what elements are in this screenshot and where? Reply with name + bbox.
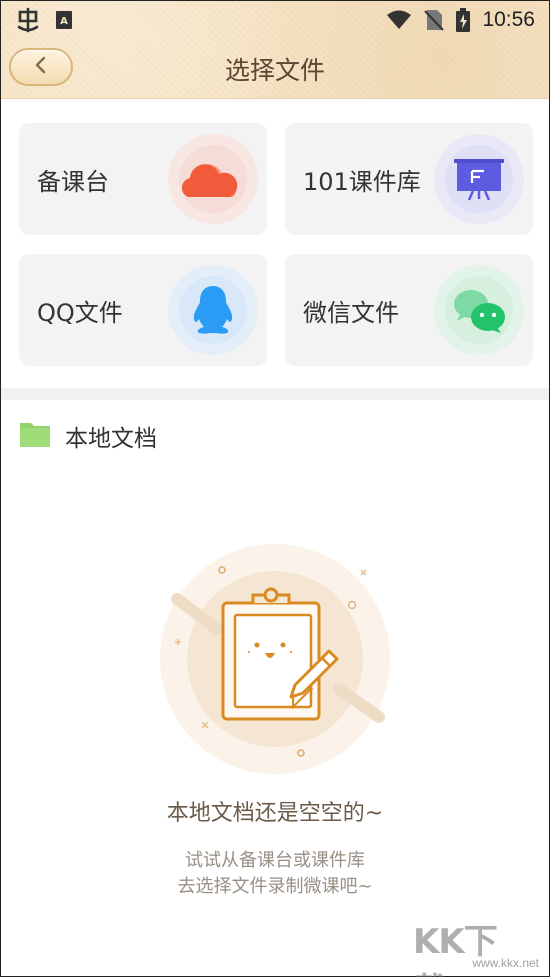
cloud-icon: [167, 133, 259, 225]
wifi-icon: [386, 10, 412, 30]
source-label: 101课件库: [303, 167, 421, 196]
status-time: 10:56: [482, 8, 535, 31]
no-sim-icon: [424, 8, 445, 32]
page-title: 选择文件: [224, 56, 325, 85]
source-card-qq-files[interactable]: QQ文件: [19, 254, 267, 366]
section-divider: [1, 388, 549, 400]
clipboard-pencil-icon: [159, 539, 395, 775]
a-badge-icon: A: [55, 10, 73, 30]
empty-state-subtitle: 试试从备课台或课件库 去选择文件录制微课吧~: [1, 848, 549, 900]
svg-text:A: A: [60, 16, 68, 27]
watermark-url: www.kkx.net: [472, 956, 539, 970]
source-card-beiketai[interactable]: 备课台: [19, 123, 267, 235]
presentation-board-icon: [433, 133, 525, 225]
header: A 10:56 选择文件: [1, 1, 549, 99]
watermark: KK下载 www.kkx.net: [413, 910, 543, 977]
source-label: 微信文件: [303, 298, 399, 327]
qq-penguin-icon: [167, 264, 259, 356]
source-label: QQ文件: [37, 298, 123, 327]
source-card-wechat-files[interactable]: 微信文件: [285, 254, 533, 366]
source-label: 备课台: [37, 167, 109, 196]
wechat-icon: [433, 264, 525, 356]
empty-state-title: 本地文档还是空空的~: [166, 801, 384, 826]
status-bar: A 10:56: [1, 1, 549, 39]
file-source-grid: 备课台 101课件库 QQ文件 微信文件: [1, 100, 549, 388]
empty-state-subtitle-line: 试试从备课台或课件库: [185, 850, 365, 871]
source-card-101-courseware[interactable]: 101课件库: [285, 123, 533, 235]
local-docs-title: 本地文档: [65, 426, 157, 452]
battery-charging-icon: [456, 8, 471, 32]
local-docs-header[interactable]: 本地文档: [19, 419, 157, 453]
empty-state-subtitle-line: 去选择文件录制微课吧~: [177, 876, 373, 897]
folder-icon: [19, 420, 51, 452]
app-logo-icon: [15, 7, 41, 33]
